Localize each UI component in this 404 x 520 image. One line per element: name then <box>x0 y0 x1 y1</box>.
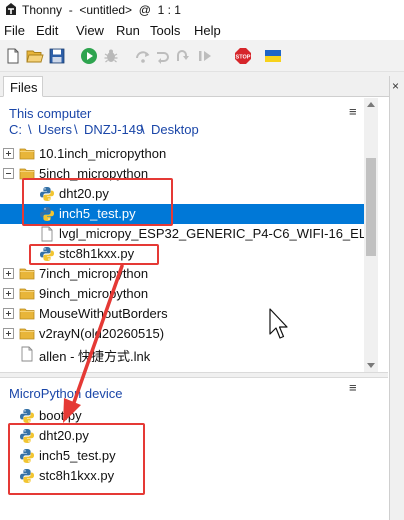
thonny-app-icon <box>6 3 16 15</box>
python-file-icon <box>39 206 55 222</box>
expand-icon[interactable] <box>3 148 14 159</box>
list-item-label: 5inch_micropython <box>39 166 149 181</box>
list-item[interactable]: 7inch_micropython <box>0 264 364 284</box>
list-item-label: dht20.py <box>39 428 89 443</box>
pane-menu-icon[interactable]: ≡ <box>349 104 357 119</box>
view-tab-row: Files <box>0 76 404 97</box>
list-item[interactable]: allen - 快捷方式.lnk <box>0 344 364 364</box>
menu-file[interactable]: File <box>4 23 25 38</box>
menu-run[interactable]: Run <box>116 23 140 38</box>
expand-icon[interactable] <box>3 268 14 279</box>
this-computer-pane: This computer ≡ C: \ Users \ DNZJ-149 \ … <box>0 98 388 372</box>
list-item-label: MouseWithoutBorders <box>39 306 168 321</box>
list-item-label: v2rayN(old20260515) <box>39 326 165 341</box>
folder-icon <box>19 306 35 322</box>
menu-help[interactable]: Help <box>194 23 221 38</box>
breadcrumb-separator: \ <box>74 122 78 137</box>
menu-tools[interactable]: Tools <box>150 23 180 38</box>
list-item[interactable]: dht20.py <box>0 426 364 446</box>
breadcrumb-desktop[interactable]: Desktop <box>151 122 199 137</box>
list-item-label: 10.1inch_micropython <box>39 146 167 161</box>
list-item[interactable]: MouseWithoutBorders <box>0 304 364 324</box>
close-icon[interactable]: × <box>392 79 399 93</box>
file-icon <box>39 226 55 242</box>
expand-icon[interactable] <box>3 288 14 299</box>
folder-icon <box>19 166 35 182</box>
scroll-down-icon[interactable] <box>367 363 375 368</box>
list-item-label: inch5_test.py <box>59 206 136 221</box>
expand-icon[interactable] <box>3 308 14 319</box>
list-item-label: 9inch_micropython <box>39 286 149 301</box>
list-item-label: stc8h1kxx.py <box>39 468 115 483</box>
vertical-scrollbar[interactable] <box>364 98 378 372</box>
svg-text:STOP: STOP <box>236 55 251 61</box>
micropython-device-pane: MicroPython device ≡ boot.py dht20.py in… <box>0 378 388 520</box>
editor-panel-edge: × <box>389 76 404 520</box>
breadcrumb-drive[interactable]: C: <box>9 122 22 137</box>
list-item-label: stc8h1kxx.py <box>59 246 135 261</box>
list-item[interactable]: 5inch_micropython <box>0 164 364 184</box>
run-icon[interactable] <box>80 47 98 65</box>
window-title: Thonny - <untitled> @ 1 : 1 <box>22 3 181 17</box>
menu-view[interactable]: View <box>76 23 104 38</box>
pane-menu-icon[interactable]: ≡ <box>349 380 357 395</box>
micropython-device-title: MicroPython device <box>9 386 123 401</box>
folder-icon <box>19 326 35 342</box>
list-item[interactable]: v2rayN(old20260515) <box>0 324 364 344</box>
python-file-icon <box>19 448 35 464</box>
python-file-icon <box>19 408 35 424</box>
tab-files[interactable]: Files <box>3 76 43 97</box>
list-item[interactable]: inch5_test.py <box>0 446 364 466</box>
step-into-icon[interactable] <box>154 47 172 65</box>
list-item[interactable]: 9inch_micropython <box>0 284 364 304</box>
python-file-icon <box>19 468 35 484</box>
resume-icon[interactable] <box>196 47 214 65</box>
breadcrumb-separator: \ <box>141 122 145 137</box>
collapse-icon[interactable] <box>3 168 14 179</box>
python-file-icon <box>39 186 55 202</box>
list-item-label: 7inch_micropython <box>39 266 149 281</box>
scrollbar-thumb[interactable] <box>366 158 376 256</box>
breadcrumb-users[interactable]: Users <box>38 122 72 137</box>
python-file-icon <box>39 246 55 262</box>
expand-icon[interactable] <box>3 328 14 339</box>
file-icon <box>19 346 35 362</box>
folder-icon <box>19 146 35 162</box>
list-item-label: boot.py <box>39 408 82 423</box>
list-item[interactable]: 10.1inch_micropython <box>0 144 364 164</box>
menu-bar: File Edit View Run Tools Help <box>0 20 404 40</box>
list-item-label: allen - 快捷方式.lnk <box>39 349 151 364</box>
list-item-label: lvgl_micropy_ESP32_GENERIC_P4-C6_WIFI-16… <box>59 226 364 241</box>
step-over-icon[interactable] <box>134 47 152 65</box>
list-item-selected[interactable]: inch5_test.py <box>0 204 364 224</box>
toolbar: STOP <box>0 40 404 72</box>
folder-icon <box>19 266 35 282</box>
menu-edit[interactable]: Edit <box>36 23 58 38</box>
breadcrumb-user[interactable]: DNZJ-149 <box>84 122 143 137</box>
folder-icon <box>19 286 35 302</box>
list-item[interactable]: stc8h1kxx.py <box>0 466 364 486</box>
python-file-icon <box>19 428 35 444</box>
debug-icon[interactable] <box>102 47 120 65</box>
step-out-icon[interactable] <box>174 47 192 65</box>
title-bar: Thonny - <untitled> @ 1 : 1 <box>0 0 404 20</box>
list-item[interactable]: boot.py <box>0 406 364 426</box>
list-item[interactable]: dht20.py <box>0 184 364 204</box>
ukraine-flag-icon <box>265 50 281 62</box>
new-file-icon[interactable] <box>4 47 22 65</box>
list-item-label: inch5_test.py <box>39 448 116 463</box>
stop-icon[interactable]: STOP <box>234 47 252 65</box>
list-item[interactable]: stc8h1kxx.py <box>0 244 364 264</box>
this-computer-title: This computer <box>9 106 92 121</box>
list-item[interactable]: lvgl_micropy_ESP32_GENERIC_P4-C6_WIFI-16… <box>0 224 364 244</box>
breadcrumb-separator: \ <box>28 122 32 137</box>
list-item-label: dht20.py <box>59 186 109 201</box>
open-folder-icon[interactable] <box>26 47 44 65</box>
save-icon[interactable] <box>48 47 66 65</box>
scroll-up-icon[interactable] <box>367 102 375 107</box>
